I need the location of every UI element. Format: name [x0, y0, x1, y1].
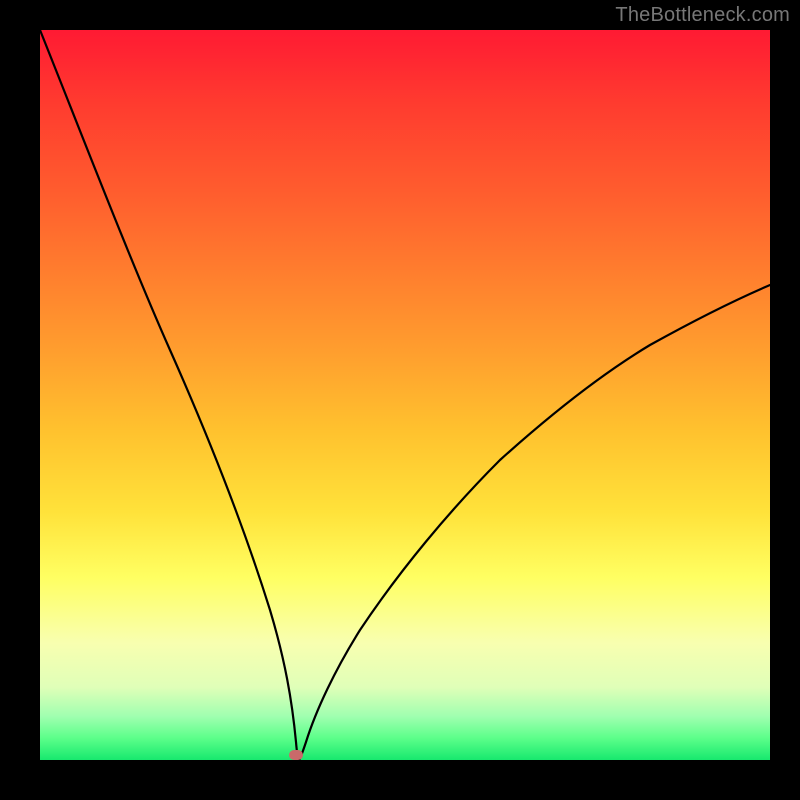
bottleneck-curve	[40, 30, 770, 760]
chart-frame: TheBottleneck.com	[0, 0, 800, 800]
plot-area	[40, 30, 770, 760]
watermark-text: TheBottleneck.com	[615, 4, 790, 27]
minimum-marker	[289, 750, 303, 760]
